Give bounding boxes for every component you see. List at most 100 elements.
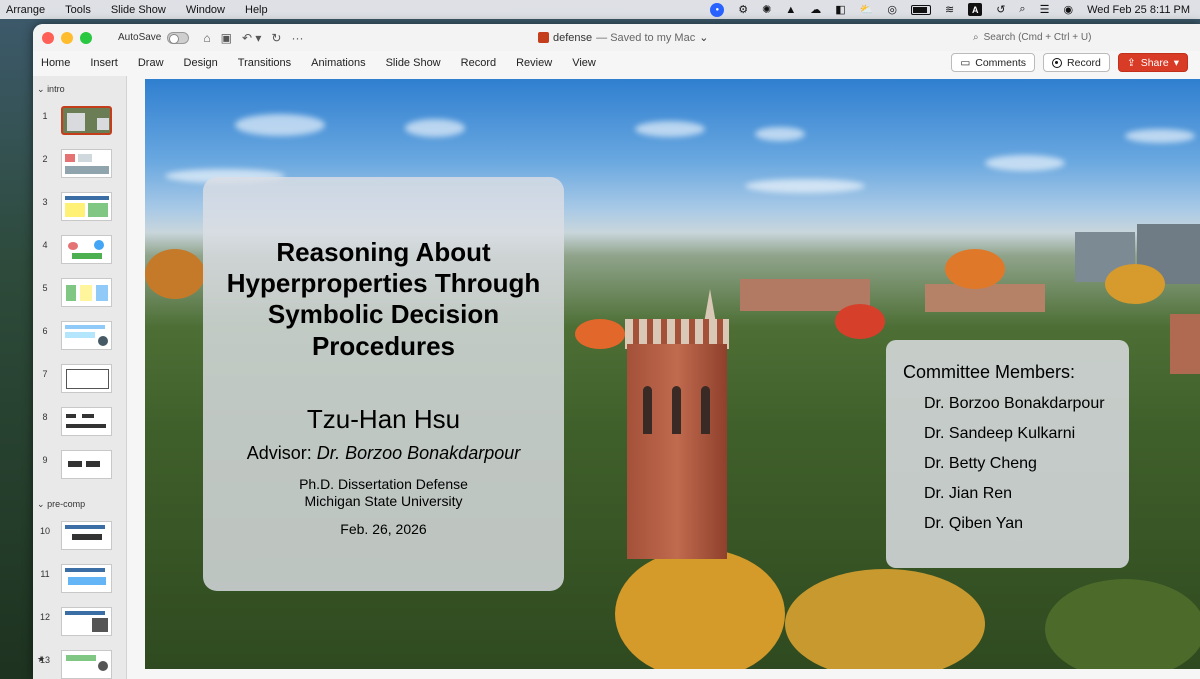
- tab-draw[interactable]: Draw: [128, 57, 174, 69]
- presentation-title[interactable]: Reasoning About Hyperproperties Through …: [219, 237, 549, 362]
- status-tray: ● ⚙ ✺ ▲ ☁ ◧ ⛅ ◎ ≋ A ↺ ⌕ ☰ ◉ Wed Feb 25 8…: [710, 2, 1200, 17]
- slide-thumbnail-12[interactable]: [61, 607, 112, 636]
- tab-insert[interactable]: Insert: [80, 57, 128, 69]
- openai-icon[interactable]: ✺: [762, 3, 771, 16]
- committee-member: Dr. Borzoo Bonakdarpour: [924, 395, 1105, 412]
- section-label: pre-comp: [47, 499, 86, 509]
- slide-number: 2: [42, 154, 48, 164]
- redo-icon[interactable]: ↻: [271, 31, 281, 45]
- tab-transitions[interactable]: Transitions: [228, 57, 301, 69]
- window-controls: [33, 31, 92, 44]
- app-badge-icon[interactable]: ●: [710, 2, 725, 17]
- slide-thumbnail-6[interactable]: [61, 321, 112, 350]
- beaumont-tower: [627, 344, 727, 559]
- ribbon-tabs: Home Insert Draw Design Transitions Anim…: [33, 51, 1200, 74]
- slide-thumbnail-1[interactable]: [61, 106, 112, 135]
- siri-icon[interactable]: ◉: [1063, 3, 1073, 16]
- section-label: intro: [47, 84, 65, 94]
- tab-animations[interactable]: Animations: [301, 57, 375, 69]
- degree-line: Ph.D. Dissertation Defense: [299, 475, 468, 492]
- battery-icon[interactable]: [910, 4, 931, 15]
- cloud-icon[interactable]: ☁: [810, 3, 821, 16]
- committee-panel[interactable]: Committee Members: Dr. Borzoo Bonakdarpo…: [886, 340, 1129, 568]
- tab-record[interactable]: Record: [451, 57, 506, 69]
- tab-review[interactable]: Review: [506, 57, 562, 69]
- menu-window[interactable]: Window: [176, 4, 235, 16]
- zoom-button[interactable]: [80, 31, 92, 44]
- committee-member: Dr. Sandeep Kulkarni: [924, 425, 1076, 442]
- control-center-icon[interactable]: ☰: [1040, 3, 1050, 16]
- author-name[interactable]: Tzu-Han Hsu: [307, 404, 460, 435]
- chevron-down-icon: ▾: [1173, 56, 1179, 69]
- slide-number: 7: [42, 369, 48, 379]
- defense-date[interactable]: Feb. 26, 2026: [340, 521, 426, 537]
- more-icon[interactable]: ···: [291, 31, 303, 45]
- office-icon[interactable]: ◧: [835, 3, 845, 16]
- comment-icon: ▭: [960, 56, 971, 69]
- slide-number: 3: [42, 197, 48, 207]
- slide-thumbnail-13[interactable]: [61, 650, 112, 679]
- tab-design[interactable]: Design: [174, 57, 228, 69]
- slide-thumbnail-3[interactable]: [61, 192, 112, 221]
- slide-number: 10: [39, 526, 50, 536]
- degree-info[interactable]: Ph.D. Dissertation Defense Michigan Stat…: [299, 476, 468, 510]
- time-machine-icon[interactable]: ↺: [996, 3, 1005, 16]
- menu-arrange[interactable]: Arrange: [0, 4, 55, 16]
- menu-help[interactable]: Help: [235, 4, 278, 16]
- input-source-icon[interactable]: A: [968, 3, 983, 16]
- sync-icon[interactable]: ⚙: [738, 3, 748, 16]
- minimize-button[interactable]: [61, 31, 73, 44]
- close-button[interactable]: [42, 31, 54, 44]
- slide-number: 1: [42, 111, 48, 121]
- search-input[interactable]: ⌕ Search (Cmd + Ctrl + U): [963, 28, 1191, 47]
- search-placeholder: Search (Cmd + Ctrl + U): [983, 32, 1092, 43]
- document-title[interactable]: defense — Saved to my Mac ⌄: [538, 31, 708, 44]
- airdrop-icon[interactable]: ◎: [887, 3, 897, 16]
- tab-view[interactable]: View: [562, 57, 606, 69]
- section-header-intro[interactable]: ⌄ intro: [37, 84, 65, 95]
- tab-slide-show[interactable]: Slide Show: [376, 57, 451, 69]
- menu-tools[interactable]: Tools: [55, 4, 101, 16]
- autosave-toggle[interactable]: [167, 31, 190, 44]
- record-button[interactable]: Record: [1043, 53, 1110, 72]
- comments-button[interactable]: ▭ Comments: [951, 53, 1036, 72]
- home-icon[interactable]: ⌂: [203, 31, 210, 45]
- save-icon[interactable]: ▣: [221, 31, 232, 45]
- share-icon: ⇪: [1126, 56, 1136, 69]
- title-panel: Reasoning About Hyperproperties Through …: [203, 177, 564, 591]
- slide-thumbnail-2[interactable]: [61, 149, 112, 178]
- share-button[interactable]: ⇪ Share ▾: [1117, 53, 1188, 72]
- cone-icon[interactable]: ▲: [785, 4, 796, 16]
- committee-title: Committee Members:: [903, 362, 1076, 382]
- document-name: defense: [553, 31, 593, 44]
- slide-thumbnail-7[interactable]: [61, 364, 112, 393]
- advisor-prefix: Advisor:: [246, 442, 317, 463]
- slide-thumbnail-11[interactable]: [61, 564, 112, 593]
- spotlight-search-icon[interactable]: ⌕: [1019, 3, 1025, 16]
- powerpoint-window: AutoSave ⌂ ▣ ↶ ▾ ↻ ··· defense — Saved t…: [33, 24, 1200, 679]
- section-header-pre-comp[interactable]: ⌄ pre-comp: [37, 499, 85, 510]
- title-bar: AutoSave ⌂ ▣ ↶ ▾ ↻ ··· defense — Saved t…: [33, 24, 1200, 51]
- slide-thumbnail-8[interactable]: [61, 407, 112, 436]
- slide-canvas[interactable]: Reasoning About Hyperproperties Through …: [145, 79, 1200, 669]
- chevron-down-icon: ⌄: [37, 84, 45, 94]
- advisor-name: Dr. Borzoo Bonakdarpour: [316, 442, 521, 463]
- slide-number: 9: [42, 455, 48, 465]
- slide-number: 12: [39, 612, 50, 622]
- undo-icon[interactable]: ↶ ▾: [242, 31, 261, 45]
- share-label: Share: [1140, 56, 1169, 69]
- slide-thumbnail-10[interactable]: [61, 521, 112, 550]
- slide-thumbnail-4[interactable]: [61, 235, 112, 264]
- clock[interactable]: Wed Feb 25 8:11 PM: [1087, 4, 1190, 16]
- slide-thumbnail-5[interactable]: [61, 278, 112, 307]
- tab-home[interactable]: Home: [33, 57, 80, 69]
- chevron-down-icon: ⌄: [37, 499, 45, 509]
- search-icon: ⌕: [973, 32, 979, 43]
- weather-icon[interactable]: ⛅: [860, 3, 874, 16]
- university-line: Michigan State University: [304, 492, 463, 509]
- slide-thumbnail-9[interactable]: [61, 450, 112, 479]
- slide-thumbnails-pane[interactable]: ⌄ intro 1 2 3 4 5 6 7 8 9 ⌄ pre-comp 10 …: [33, 76, 127, 679]
- menu-slide-show[interactable]: Slide Show: [101, 4, 176, 16]
- advisor-line[interactable]: Advisor: Dr. Borzoo Bonakdarpour: [247, 443, 520, 464]
- wifi-icon[interactable]: ≋: [945, 3, 954, 16]
